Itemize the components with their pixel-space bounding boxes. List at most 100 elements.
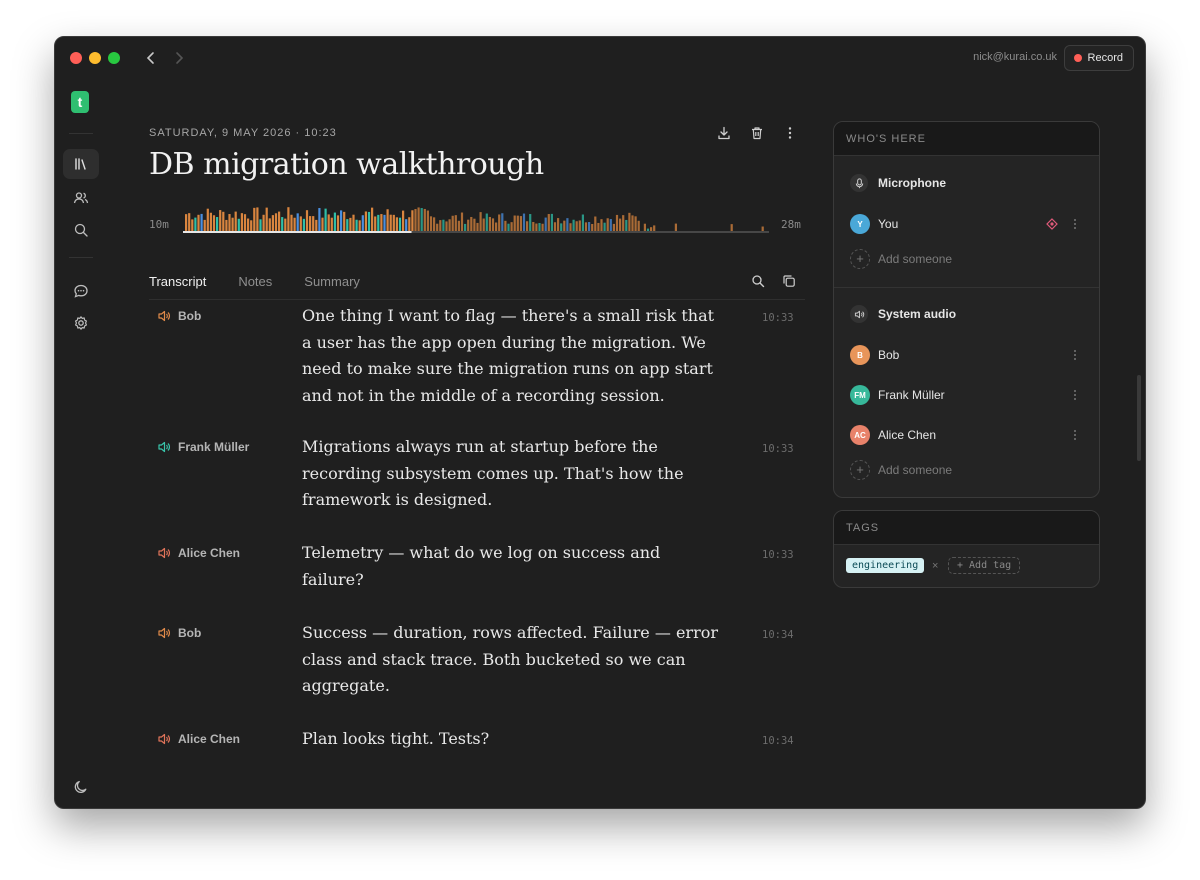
waveform-bar — [631, 215, 634, 231]
waveform-bar — [219, 210, 222, 231]
utterance-text: Migrations always run at startup before … — [302, 437, 684, 509]
participant-row[interactable]: Y You — [850, 213, 1090, 235]
waveform-bar — [374, 216, 377, 231]
participant-row[interactable]: B Bob — [850, 344, 1090, 366]
waveform-bar — [371, 207, 374, 231]
system-audio-source: System audio — [850, 305, 956, 323]
tag-chip[interactable]: engineering — [846, 558, 925, 573]
participant-row[interactable]: FM Frank Müller — [850, 384, 1090, 406]
waveform-bar — [364, 211, 367, 231]
sidebar-item-settings[interactable] — [63, 308, 99, 338]
waveform-bar — [423, 208, 426, 231]
waveform-bar — [510, 222, 513, 231]
waveform-bar — [405, 219, 408, 231]
waveform-bar — [526, 221, 529, 231]
waveform-bar — [343, 211, 346, 231]
forward-button[interactable] — [170, 49, 188, 67]
waveform-bar — [200, 213, 203, 231]
add-tag-button[interactable]: + Add tag — [948, 557, 1021, 574]
avatar: FM — [850, 385, 870, 405]
waveform-bar — [361, 215, 364, 231]
waveform-bar — [349, 217, 352, 231]
waveform-end-label: 28m — [781, 218, 801, 231]
tab-notes[interactable]: Notes — [238, 274, 272, 289]
sidebar-item-theme[interactable] — [63, 772, 99, 802]
waveform-bar — [553, 222, 557, 231]
gear-icon — [75, 316, 87, 330]
waveform-bar — [309, 216, 312, 231]
delete-button[interactable] — [750, 126, 766, 142]
waveform-bar — [653, 225, 656, 231]
waveform-bar — [262, 214, 265, 231]
avatar: AC — [850, 425, 870, 445]
transcript-search-button[interactable] — [751, 274, 767, 290]
waveform-bar — [519, 216, 522, 231]
sidebar-item-search[interactable] — [63, 215, 99, 245]
waveform-bar — [445, 221, 448, 231]
maximize-window-button[interactable] — [108, 52, 120, 64]
waveform-bar — [216, 217, 219, 231]
more-vertical-icon[interactable] — [1070, 217, 1080, 231]
scrollbar-thumb[interactable] — [1137, 375, 1141, 461]
waveform-bar — [588, 222, 591, 231]
sidebar-item-chat[interactable] — [63, 276, 99, 306]
participant-row[interactable]: AC Alice Chen — [850, 424, 1090, 446]
waveform-bar — [352, 214, 355, 231]
waveform-bar — [281, 217, 284, 231]
remove-tag-icon[interactable]: × — [932, 560, 938, 572]
waveform-bar — [454, 215, 457, 231]
waveform-bar — [442, 219, 445, 231]
add-someone-system-audio-button[interactable]: + Add someone — [850, 460, 952, 480]
sidebar-item-people[interactable] — [63, 183, 99, 213]
more-vertical-icon[interactable] — [1070, 348, 1080, 362]
close-window-button[interactable] — [70, 52, 82, 64]
copy-transcript-button[interactable] — [782, 274, 798, 290]
waveform-bar — [284, 218, 287, 231]
back-button[interactable] — [142, 49, 160, 67]
waveform-bar — [507, 223, 510, 231]
utterance-timestamp[interactable]: 10:34 — [762, 629, 794, 641]
waveform-bar — [271, 215, 274, 231]
meeting-date: SATURDAY, 9 MAY 2026 · 10:23 — [149, 127, 337, 139]
trash-icon — [752, 127, 762, 140]
waveform-bar — [529, 214, 532, 231]
utterance-timestamp[interactable]: 10:33 — [762, 549, 794, 561]
waveform-bar — [426, 210, 429, 231]
speaker-label: Alice Chen — [157, 546, 240, 560]
waveform-bar — [222, 211, 225, 231]
more-options-button[interactable] — [783, 126, 799, 142]
waveform-bar — [237, 218, 240, 231]
waveform-bar — [327, 214, 330, 231]
sidebar-item-library[interactable] — [63, 149, 99, 179]
waveform-bar — [501, 213, 504, 231]
speaker-icon — [158, 547, 170, 559]
record-button[interactable]: Record — [1063, 45, 1134, 71]
waveform-bar — [188, 213, 191, 231]
utterance-timestamp[interactable]: 10:33 — [762, 443, 794, 455]
waveform-bar — [448, 219, 451, 231]
minimize-window-button[interactable] — [89, 52, 101, 64]
waveform-bar — [346, 219, 349, 231]
add-someone-microphone-button[interactable]: + Add someone — [850, 249, 952, 269]
waveform-bar — [197, 214, 200, 231]
audio-waveform[interactable] — [183, 205, 769, 235]
waveform-bar — [395, 217, 398, 231]
waveform-bar — [402, 210, 405, 231]
waveform-bar — [386, 209, 389, 231]
system-audio-label: System audio — [878, 307, 957, 321]
utterance-timestamp[interactable]: 10:33 — [762, 312, 794, 324]
waveform-bar — [643, 223, 646, 231]
waveform-bar — [417, 207, 420, 231]
search-icon — [752, 275, 765, 288]
tab-summary[interactable]: Summary — [304, 274, 360, 289]
waveform-bar — [256, 207, 259, 231]
waveform-bar — [591, 223, 594, 231]
more-vertical-icon[interactable] — [1070, 388, 1080, 402]
more-vertical-icon[interactable] — [1070, 428, 1080, 442]
waveform-bar — [411, 210, 414, 231]
utterance-timestamp[interactable]: 10:34 — [762, 735, 794, 747]
download-button[interactable] — [717, 126, 733, 142]
utterance-text: Success — duration, rows affected. Failu… — [302, 623, 718, 695]
tab-transcript[interactable]: Transcript — [149, 274, 206, 289]
waveform-bar — [206, 208, 209, 231]
